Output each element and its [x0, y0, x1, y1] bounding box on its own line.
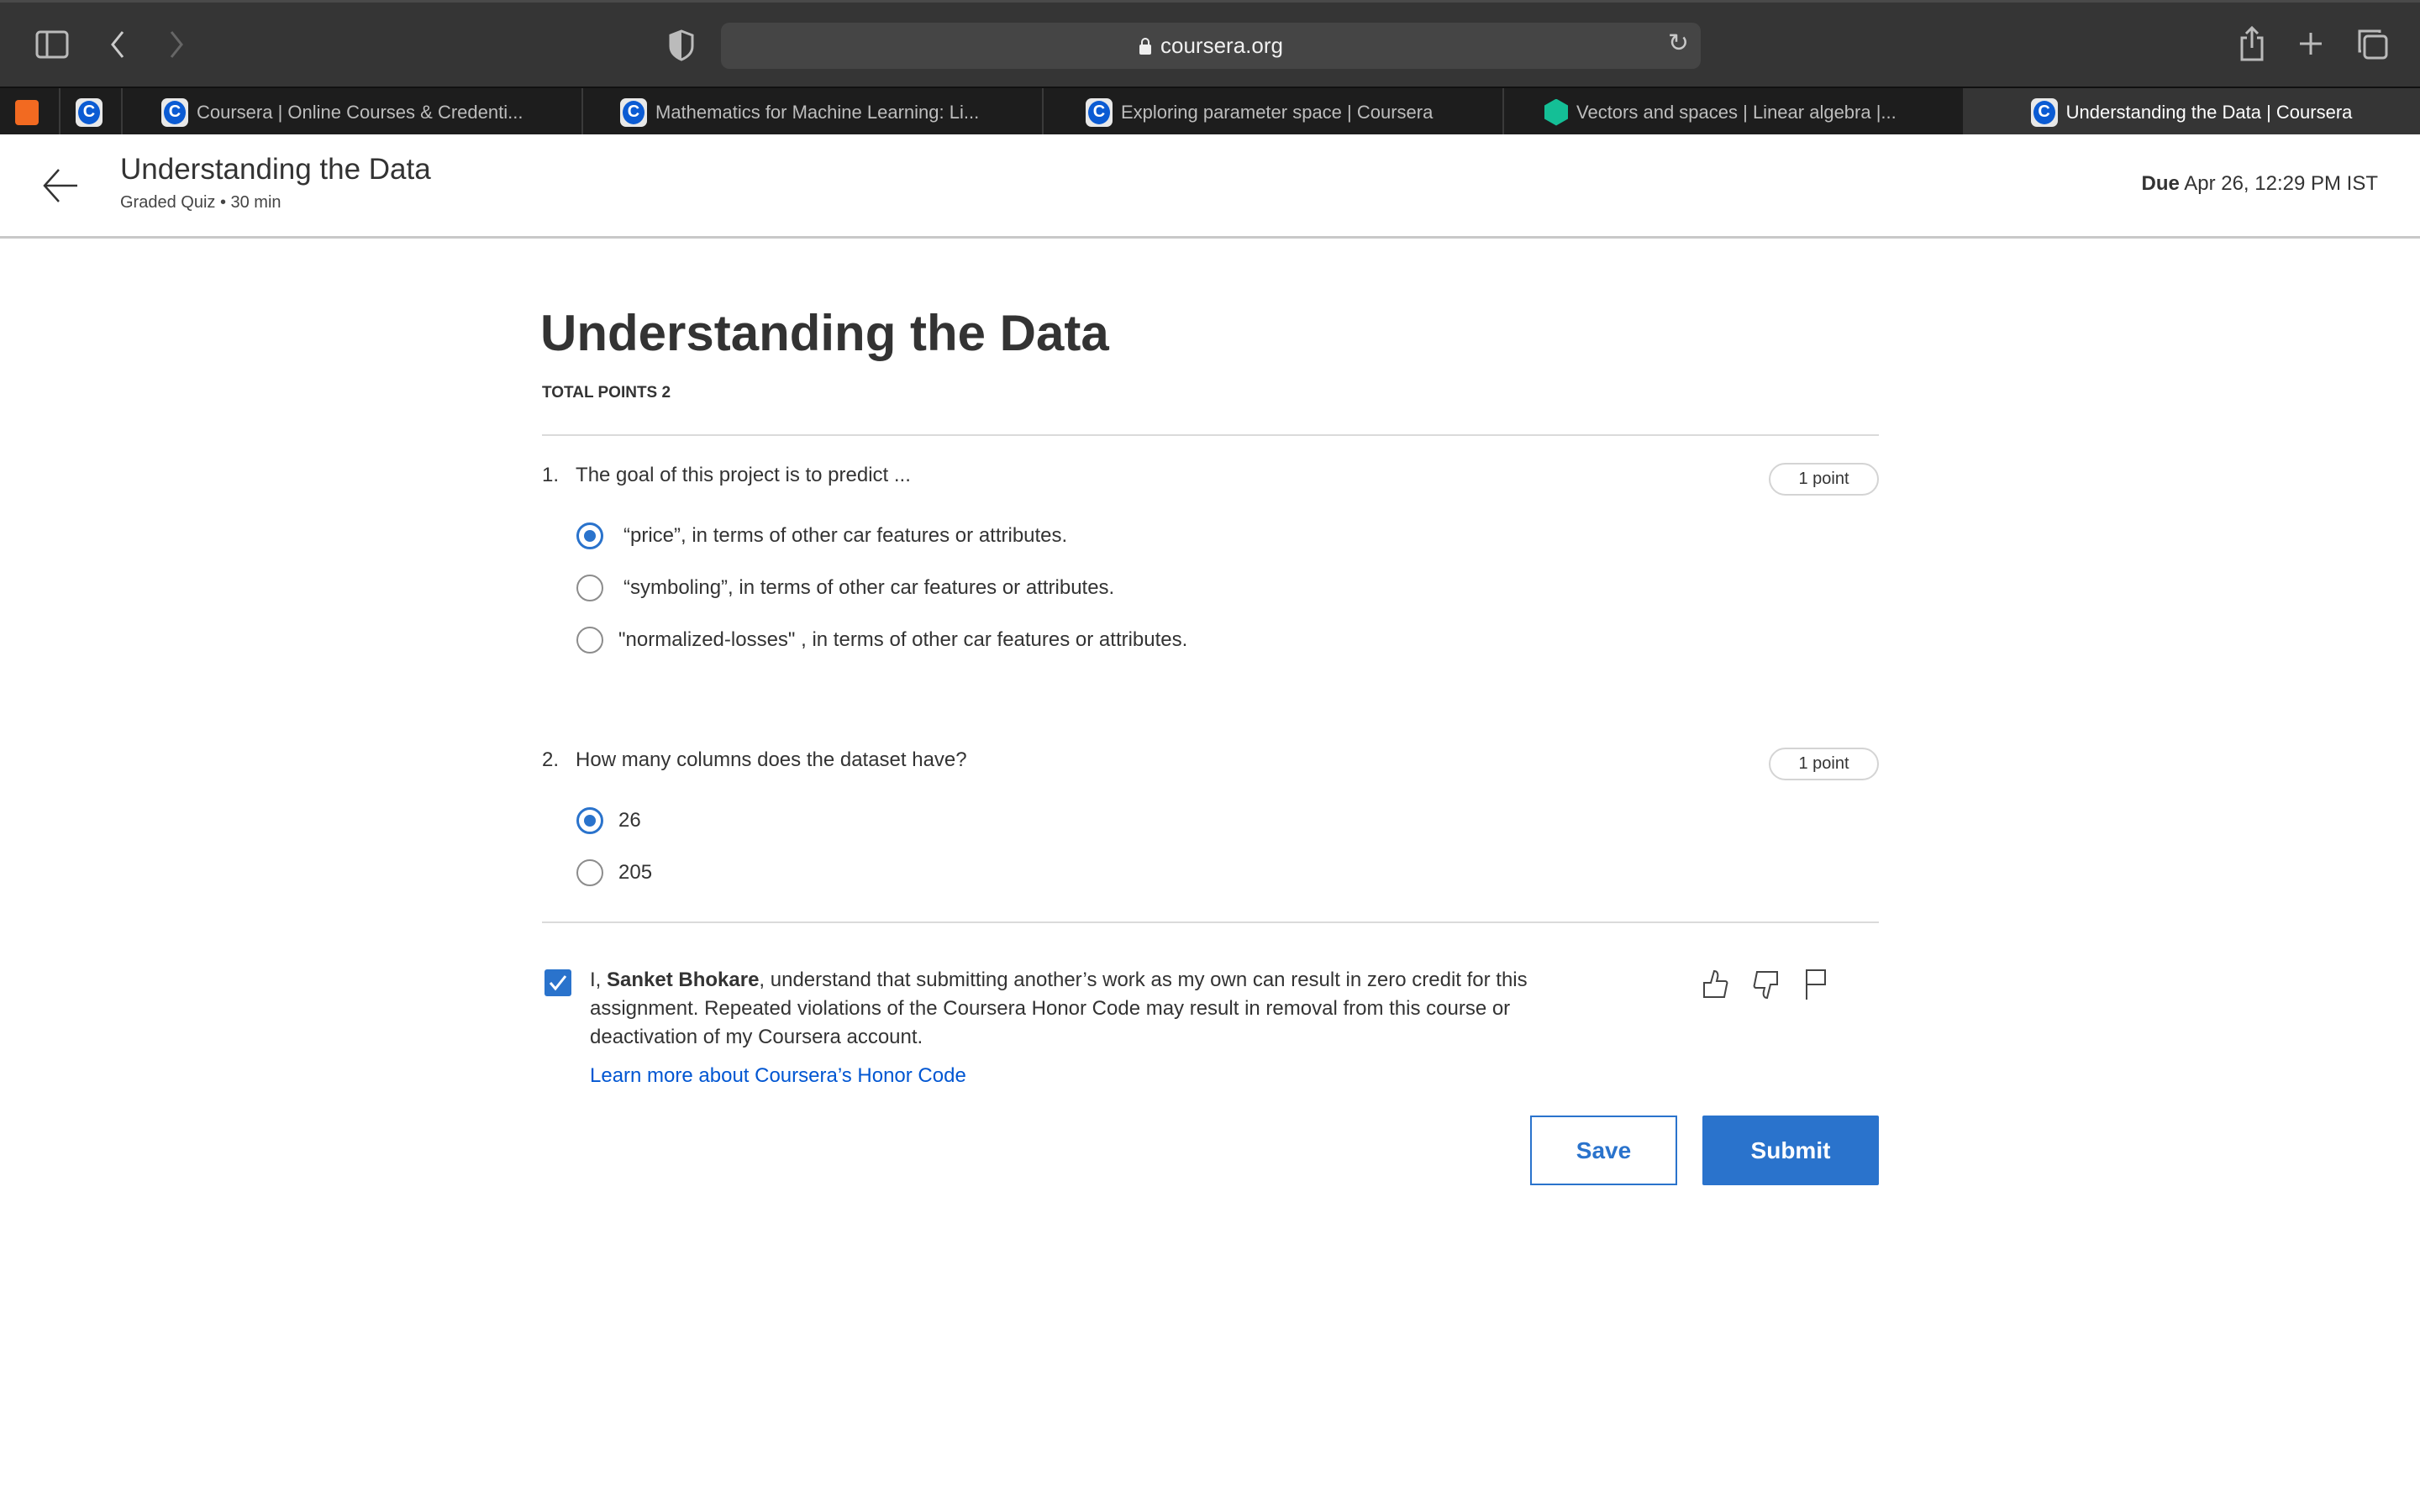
tab-khan-vectors[interactable]: Vectors and spaces | Linear algebra |... [1502, 88, 1963, 136]
address-bar[interactable]: coursera.org ↻ [721, 23, 1701, 69]
option-label[interactable]: 205 [618, 861, 652, 885]
tab-math-ml[interactable]: C Mathematics for Machine Learning: Li... [581, 88, 1042, 136]
due-date: Due Apr 26, 12:29 PM IST [2142, 172, 2378, 196]
option-label[interactable]: 26 [618, 809, 641, 832]
tab-bar: C C Coursera | Online Courses & Credenti.… [0, 87, 2420, 136]
radio-option-price[interactable] [576, 522, 603, 549]
honor-code-statement: I, Sanket Bhokare, understand that submi… [590, 966, 1556, 1052]
flag-icon[interactable] [1803, 968, 1828, 1001]
brave-icon [15, 99, 39, 125]
quiz-title: Understanding the Data [540, 305, 1109, 361]
honor-code-link[interactable]: Learn more about Coursera’s Honor Code [590, 1064, 966, 1088]
tab-coursera-home[interactable]: C Coursera | Online Courses & Credenti... [121, 88, 581, 136]
radio-option-symboling[interactable] [576, 575, 603, 601]
total-points: TOTAL POINTS 2 [542, 384, 671, 402]
divider [542, 921, 1879, 923]
tab-exploring-parameter-space[interactable]: C Exploring parameter space | Coursera [1042, 88, 1502, 136]
learner-name: Sanket Bhokare [607, 969, 760, 991]
back-arrow-icon[interactable] [42, 168, 79, 203]
browser-toolbar: coursera.org ↻ [0, 0, 2420, 87]
honor-code-checkbox[interactable] [544, 969, 571, 996]
coursera-icon: C [161, 97, 188, 127]
option-label[interactable]: “price”, in terms of other car features … [623, 524, 1067, 548]
tab-label: Vectors and spaces | Linear algebra |... [1576, 101, 1897, 123]
option-label[interactable]: “symboling”, in terms of other car featu… [623, 576, 1114, 600]
option-label[interactable]: "normalized-losses" , in terms of other … [618, 628, 1187, 652]
question-text: The goal of this project is to predict .… [576, 464, 911, 486]
privacy-shield-icon[interactable] [669, 29, 694, 61]
khan-academy-icon [1544, 98, 1568, 126]
tab-label: Mathematics for Machine Learning: Li... [655, 101, 980, 123]
checkmark-icon [549, 975, 567, 991]
header-subtitle: Graded Quiz • 30 min [120, 193, 281, 212]
divider [542, 434, 1879, 436]
question-1: 1. The goal of this project is to predic… [542, 464, 911, 487]
points-badge: 1 point [1769, 748, 1879, 780]
coursera-icon: C [620, 97, 647, 127]
coursera-icon: C [1086, 97, 1113, 127]
tab-label: Understanding the Data | Coursera [2065, 101, 2353, 123]
thumbs-up-icon[interactable] [1701, 968, 1729, 1001]
tab-label: Exploring parameter space | Coursera [1121, 101, 1434, 123]
radio-option-205[interactable] [576, 859, 603, 886]
coursera-icon: C [76, 97, 103, 127]
question-number: 2. [542, 748, 560, 771]
due-value: Apr 26, 12:29 PM IST [2184, 172, 2378, 195]
page-header: Understanding the Data Graded Quiz • 30 … [0, 134, 2420, 239]
tab-overview-icon[interactable] [2356, 28, 2388, 60]
save-button[interactable]: Save [1530, 1116, 1677, 1185]
thumbs-down-icon[interactable] [1752, 968, 1781, 1001]
submit-button[interactable]: Submit [1702, 1116, 1879, 1185]
radio-option-normalized-losses[interactable] [576, 627, 603, 654]
radio-option-26[interactable] [576, 807, 603, 834]
question-2: 2. How many columns does the dataset hav… [542, 748, 967, 772]
lock-icon [1139, 37, 1152, 55]
tab-coursera-pinned[interactable]: C [59, 88, 121, 136]
reload-icon[interactable]: ↻ [1668, 31, 1689, 56]
url-text: coursera.org [1160, 33, 1283, 58]
new-tab-icon[interactable] [2298, 31, 2323, 56]
sidebar-toggle-icon[interactable] [35, 30, 69, 59]
back-nav-icon[interactable] [109, 29, 126, 60]
tab-understanding-the-data[interactable]: C Understanding the Data | Coursera [1963, 88, 2420, 136]
coursera-icon: C [2030, 97, 2058, 127]
tab-brave[interactable] [0, 88, 59, 136]
tab-label: Coursera | Online Courses & Credenti... [197, 101, 523, 123]
question-number: 1. [542, 464, 560, 486]
share-icon[interactable] [2238, 26, 2265, 61]
points-badge: 1 point [1769, 463, 1879, 496]
due-label: Due [2141, 172, 2180, 195]
header-title: Understanding the Data [120, 153, 431, 186]
honor-prefix: I, [590, 969, 608, 991]
question-text: How many columns does the dataset have? [576, 748, 967, 771]
forward-nav-icon[interactable] [168, 29, 185, 60]
